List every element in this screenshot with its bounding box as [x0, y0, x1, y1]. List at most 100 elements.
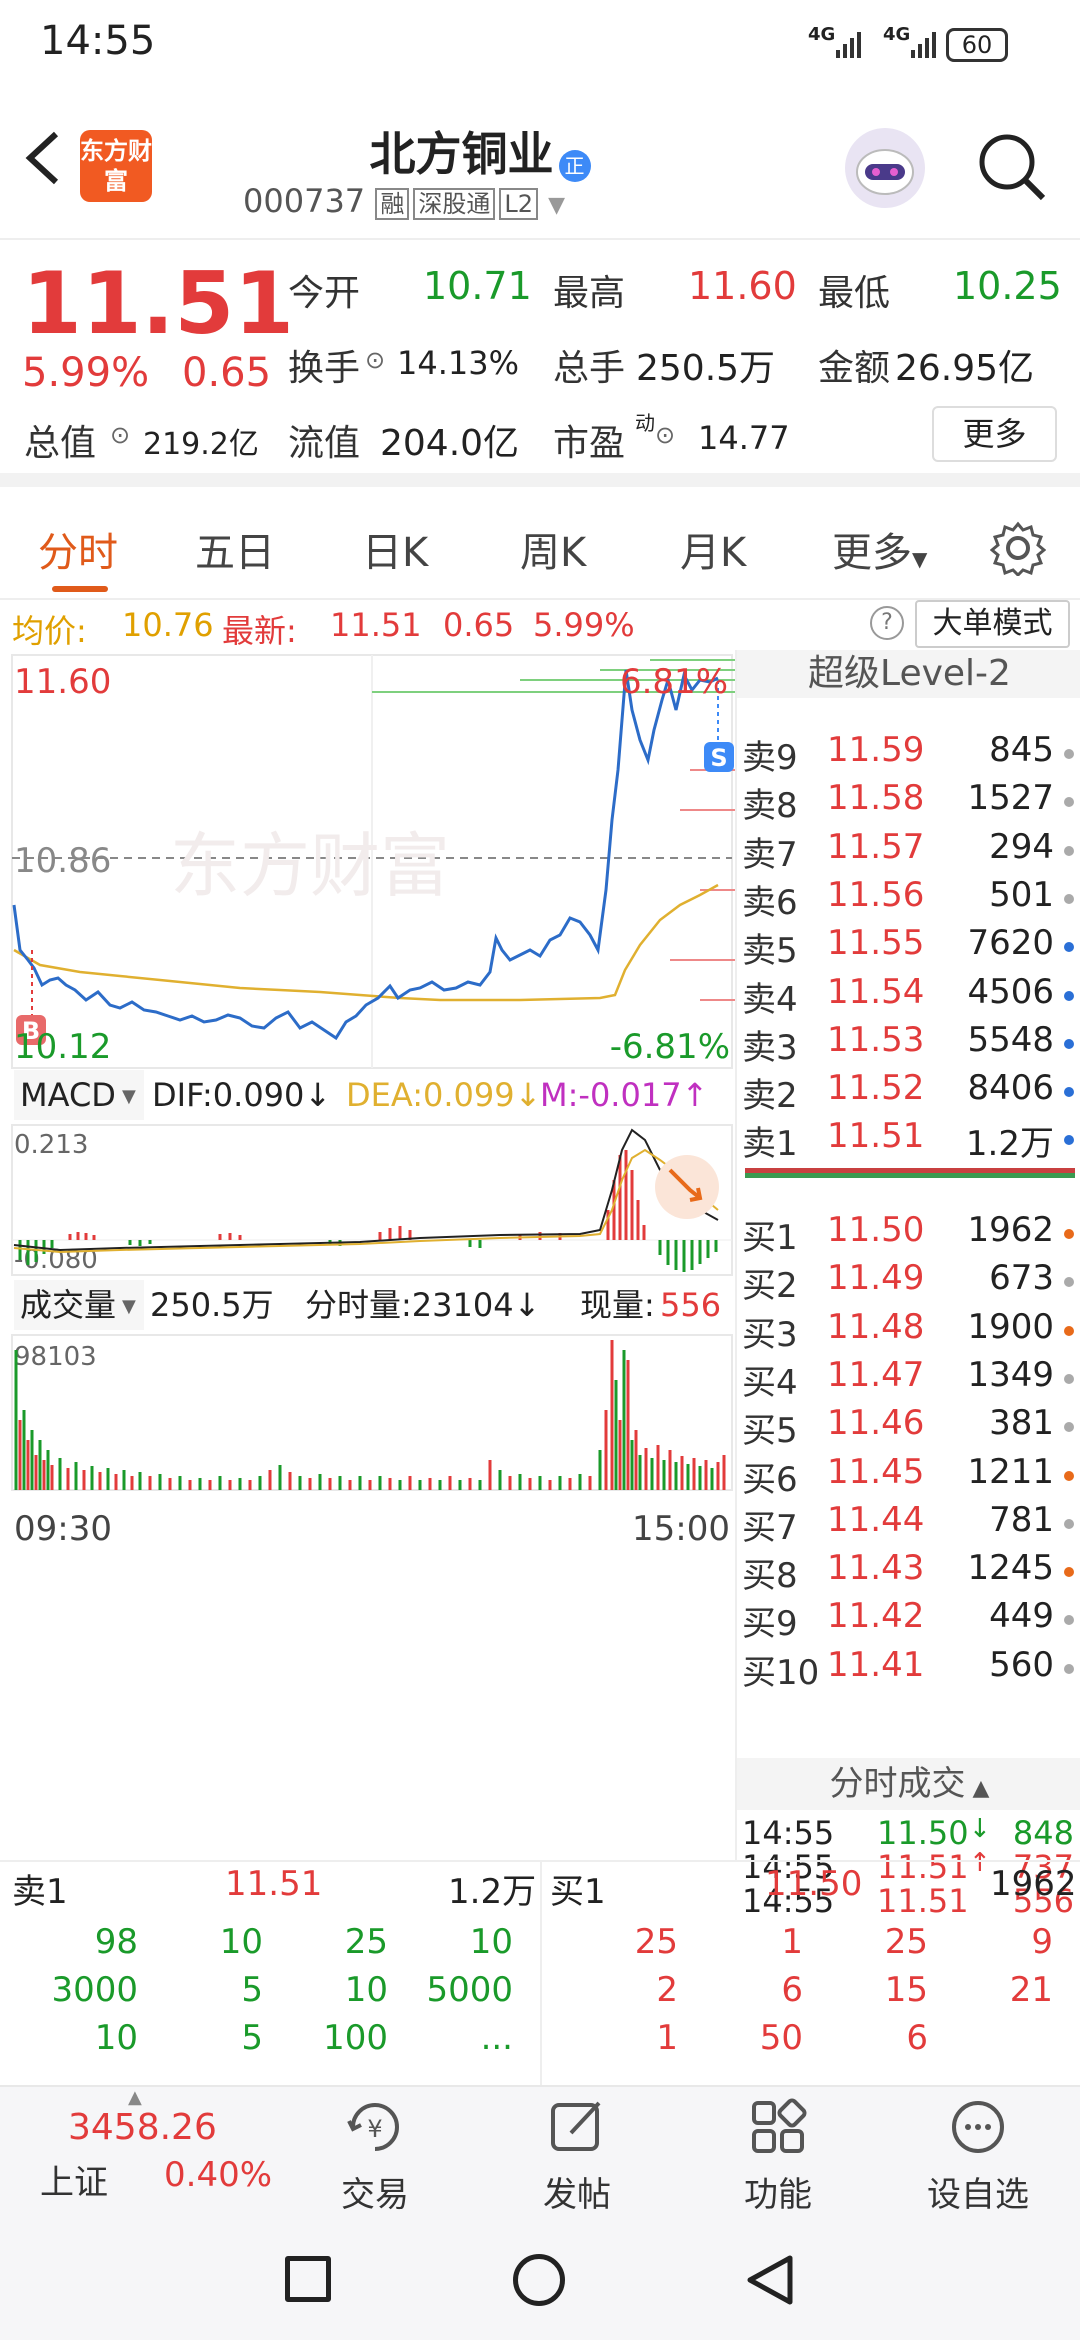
logo-text: 东方财富: [80, 137, 152, 195]
bid-level-label: 买7: [742, 1507, 798, 1548]
tab-monthly-k[interactable]: 月K: [680, 520, 746, 578]
search-icon[interactable]: [975, 130, 1050, 205]
open-value: 10.71: [423, 264, 532, 308]
intraday-chart[interactable]: 东方财富 B S 11.60 6.81% 10.86 10.12 -6.81% …: [0, 650, 735, 1860]
info-icon[interactable]: ⊙: [110, 421, 130, 449]
bid-row[interactable]: 买1 11.50 1962: [737, 1210, 1080, 1258]
recent-apps-icon[interactable]: [285, 2256, 331, 2302]
ask-row[interactable]: 卖8 11.58 1527: [737, 778, 1080, 826]
ask-row[interactable]: 卖7 11.57 294: [737, 827, 1080, 875]
back-triangle-icon[interactable]: [742, 2252, 798, 2308]
ask-row[interactable]: 卖3 11.53 5548: [737, 1020, 1080, 1068]
volume-select-label: 成交量: [20, 1286, 116, 1324]
avg-label: 均价:: [12, 612, 87, 650]
app-logo[interactable]: 东方财富: [80, 130, 152, 202]
tag-connect: 深股通: [413, 188, 496, 220]
bid-row[interactable]: 买10 11.41 560: [737, 1645, 1080, 1693]
buy-queue-grid: 25 1 25 9 2 6 15 21 1 50 6: [542, 1922, 1080, 2087]
grid-icon: [752, 2098, 807, 2153]
tab-weekly-k[interactable]: 周K: [520, 520, 586, 578]
robot-assistant-icon[interactable]: [845, 128, 925, 208]
order-type-dot-icon: [1064, 1325, 1074, 1336]
order-type-dot-icon: [1064, 1135, 1074, 1146]
bid-row[interactable]: 买4 11.47 1349: [737, 1355, 1080, 1403]
bid-row[interactable]: 买2 11.49 673: [737, 1258, 1080, 1306]
bid-row[interactable]: 买9 11.42 449: [737, 1596, 1080, 1644]
intraday-chart-area: 东方财富 B S 11.60 6.81% 10.86 10.12 -6.81% …: [0, 650, 735, 1860]
turnover-label: 换手: [288, 348, 361, 389]
tab-daily-k[interactable]: 日K: [362, 520, 428, 578]
queue-buy-volume: 1962: [990, 1864, 1077, 1904]
bid-price: 11.47: [827, 1354, 925, 1395]
tab-intraday[interactable]: 分时: [38, 520, 118, 578]
more-button[interactable]: 更多: [932, 406, 1057, 462]
queue-order-cell: 100: [323, 2018, 388, 2058]
function-button[interactable]: 功能: [698, 2087, 858, 2222]
queue-order-cell: 25: [884, 1922, 928, 1962]
stock-code-row[interactable]: 000737 融深股通 L2 ▼: [243, 182, 565, 222]
order-type-dot-icon: [1064, 1229, 1074, 1239]
time-axis-start: 09:30: [14, 1509, 112, 1549]
bid-row[interactable]: 买3 11.48 1900: [737, 1307, 1080, 1355]
ask-volume: 501: [989, 874, 1054, 915]
system-navigation-bar: [0, 2220, 1080, 2340]
bid-row[interactable]: 买7 11.44 781: [737, 1500, 1080, 1548]
post-button[interactable]: 发帖: [497, 2087, 657, 2222]
bid-row[interactable]: 买6 11.45 1211: [737, 1452, 1080, 1500]
bid-level-label: 买3: [742, 1314, 798, 1355]
bid-level-label: 买8: [742, 1556, 798, 1597]
add-watchlist-button[interactable]: 设自选: [898, 2087, 1058, 2222]
home-icon[interactable]: [513, 2254, 565, 2306]
ask-level-label: 卖2: [742, 1076, 798, 1117]
ask-level-label: 卖4: [742, 979, 798, 1020]
macd-dea: DEA:0.099↓: [346, 1076, 541, 1114]
bid-price: 11.48: [827, 1306, 925, 1347]
queue-order-cell: 10: [469, 1922, 513, 1962]
queue-order-cell: 1: [656, 2018, 678, 2058]
trade-label: 交易: [341, 2175, 409, 2215]
trade-button[interactable]: ¥ 交易: [295, 2087, 455, 2222]
bid-level-label: 买6: [742, 1459, 798, 1500]
ask-row[interactable]: 卖5 11.55 7620: [737, 923, 1080, 971]
back-arrow-icon[interactable]: [20, 128, 70, 188]
volume-now-value: 556: [660, 1286, 721, 1324]
sell-marker-text: S: [710, 744, 727, 772]
help-icon[interactable]: ?: [870, 606, 904, 640]
order-type-dot-icon: [1064, 845, 1074, 856]
stock-title[interactable]: 北方铜业 正: [280, 118, 680, 184]
queue-buy-price: 11.50: [765, 1864, 863, 1904]
big-order-mode-button[interactable]: 大单模式: [915, 600, 1070, 648]
queue-order-cell: ...: [480, 2018, 513, 2058]
ask-row[interactable]: 卖6 11.56 501: [737, 875, 1080, 923]
order-type-dot-icon: [1064, 990, 1074, 1001]
bid-row[interactable]: 买8 11.43 1245: [737, 1548, 1080, 1596]
latest-pct: 5.99%: [533, 606, 635, 644]
order-type-dot-icon: [1064, 1038, 1074, 1049]
tab-more[interactable]: 更多▼: [832, 520, 927, 578]
info-icon[interactable]: ⊙: [655, 421, 675, 449]
info-icon[interactable]: ⊙: [365, 346, 385, 374]
bid-volume: 781: [989, 1499, 1054, 1540]
ask-row[interactable]: 卖9 11.59 845: [737, 730, 1080, 778]
queue-order-cell: 9: [1031, 1922, 1053, 1962]
amount-label: 金额: [818, 348, 891, 389]
price-axis-high: 11.60: [14, 662, 111, 702]
ask-level-label: 卖6: [742, 882, 798, 923]
ask-price: 11.58: [827, 778, 925, 819]
ask-row[interactable]: 卖1 11.51 1.2万: [737, 1116, 1080, 1164]
order-type-dot-icon: [1064, 1422, 1074, 1433]
ask-row[interactable]: 卖2 11.52 8406: [737, 1068, 1080, 1116]
tick-volume: 848: [1012, 1814, 1074, 1852]
settings-gear-icon[interactable]: [989, 520, 1047, 578]
ask-volume: 4506: [967, 971, 1054, 1012]
tab-five-day[interactable]: 五日: [195, 520, 275, 578]
order-type-dot-icon: [1064, 1277, 1074, 1288]
tick-trades-header[interactable]: 分时成交 ▲: [737, 1758, 1080, 1810]
ask-price: 11.59: [827, 730, 925, 770]
stock-header: 东方财富 北方铜业 正 000737 融深股通 L2 ▼: [0, 100, 1080, 240]
bid-row[interactable]: 买5 11.46 381: [737, 1403, 1080, 1451]
queue-detail: 卖1 11.51 1.2万 买1 11.50 1962 98 10 25 10 3000…: [0, 1860, 1080, 2087]
ask-row[interactable]: 卖4 11.54 4506: [737, 972, 1080, 1020]
index-ticker[interactable]: 3458.26 上证 0.40%: [0, 2087, 300, 2222]
price-axis-low: 10.12: [14, 1027, 111, 1067]
